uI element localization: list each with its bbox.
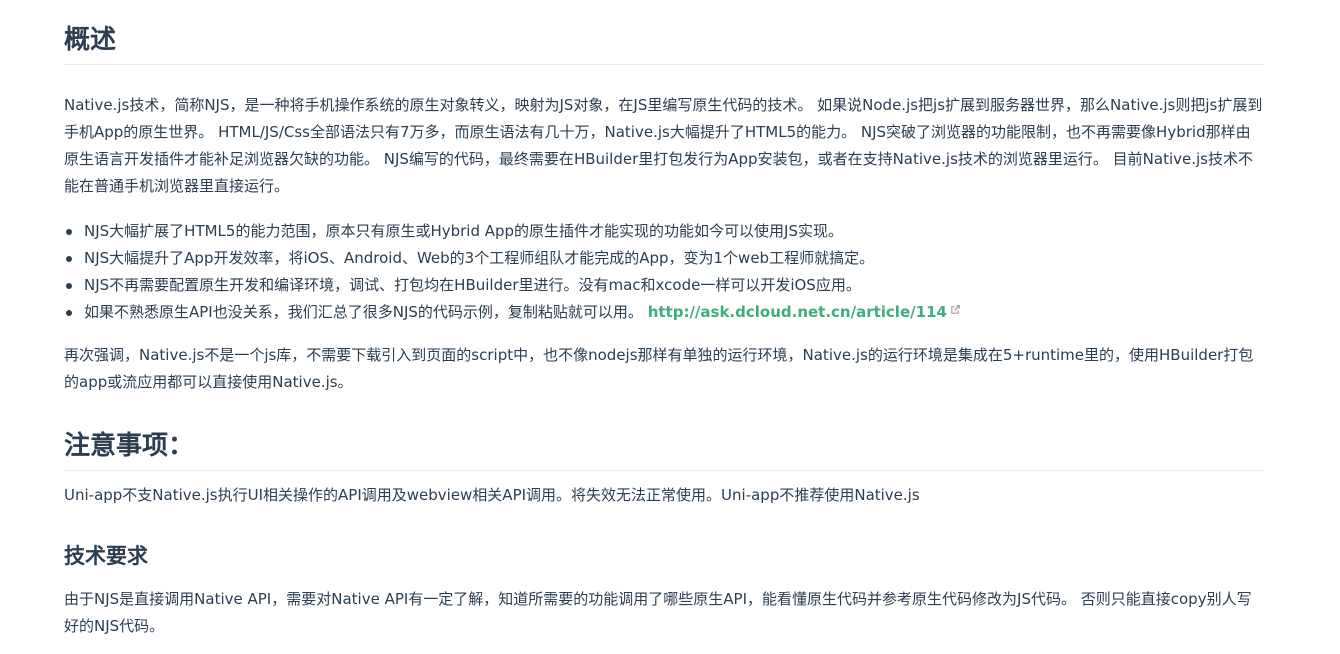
bullet-dot — [66, 283, 72, 289]
list-item-text: NJS不再需要配置原生开发和编译环境，调试、打包均在HBuilder里进行。没有… — [84, 276, 861, 294]
bullet-dot — [66, 229, 72, 235]
overview-heading: 概述 — [64, 22, 1264, 65]
list-item: 如果不熟悉原生API也没关系，我们汇总了很多NJS的代码示例，复制粘贴就可以用。… — [66, 298, 1284, 326]
overview-intro-paragraph: Native.js技术，简称NJS，是一种将手机操作系统的原生对象转义，映射为J… — [64, 96, 1263, 195]
notes-heading: 注意事项： — [64, 428, 1264, 471]
bullet-dot — [66, 256, 72, 262]
overview-bullet-list: NJS大幅扩展了HTML5的能力范围，原本只有原生或Hybrid App的原生插… — [64, 218, 1284, 326]
list-item: NJS不再需要配置原生开发和编译环境，调试、打包均在HBuilder里进行。没有… — [66, 272, 1284, 299]
external-link-icon — [949, 298, 961, 325]
list-item: NJS大幅提升了App开发效率，将iOS、Android、Web的3个工程师组队… — [66, 245, 1284, 272]
bullet-dot — [66, 310, 72, 316]
notes-paragraph: Uni-app不支Native.js执行UI相关操作的API调用及webview… — [64, 486, 920, 504]
list-item-text: 如果不熟悉原生API也没关系，我们汇总了很多NJS的代码示例，复制粘贴就可以用。 — [84, 303, 643, 321]
article-link[interactable]: http://ask.dcloud.net.cn/article/114 — [648, 303, 947, 321]
list-item-text: NJS大幅扩展了HTML5的能力范围，原本只有原生或Hybrid App的原生插… — [84, 222, 844, 240]
list-item-text: NJS大幅提升了App开发效率，将iOS、Android、Web的3个工程师组队… — [84, 249, 875, 267]
requirements-heading: 技术要求 — [64, 544, 148, 568]
list-item: NJS大幅扩展了HTML5的能力范围，原本只有原生或Hybrid App的原生插… — [66, 218, 1284, 245]
requirements-paragraph: 由于NJS是直接调用Native API，需要对Native API有一定了解，… — [64, 590, 1252, 635]
overview-outro-paragraph: 再次强调，Native.js不是一个js库，不需要下载引入到页面的script中… — [64, 346, 1254, 391]
